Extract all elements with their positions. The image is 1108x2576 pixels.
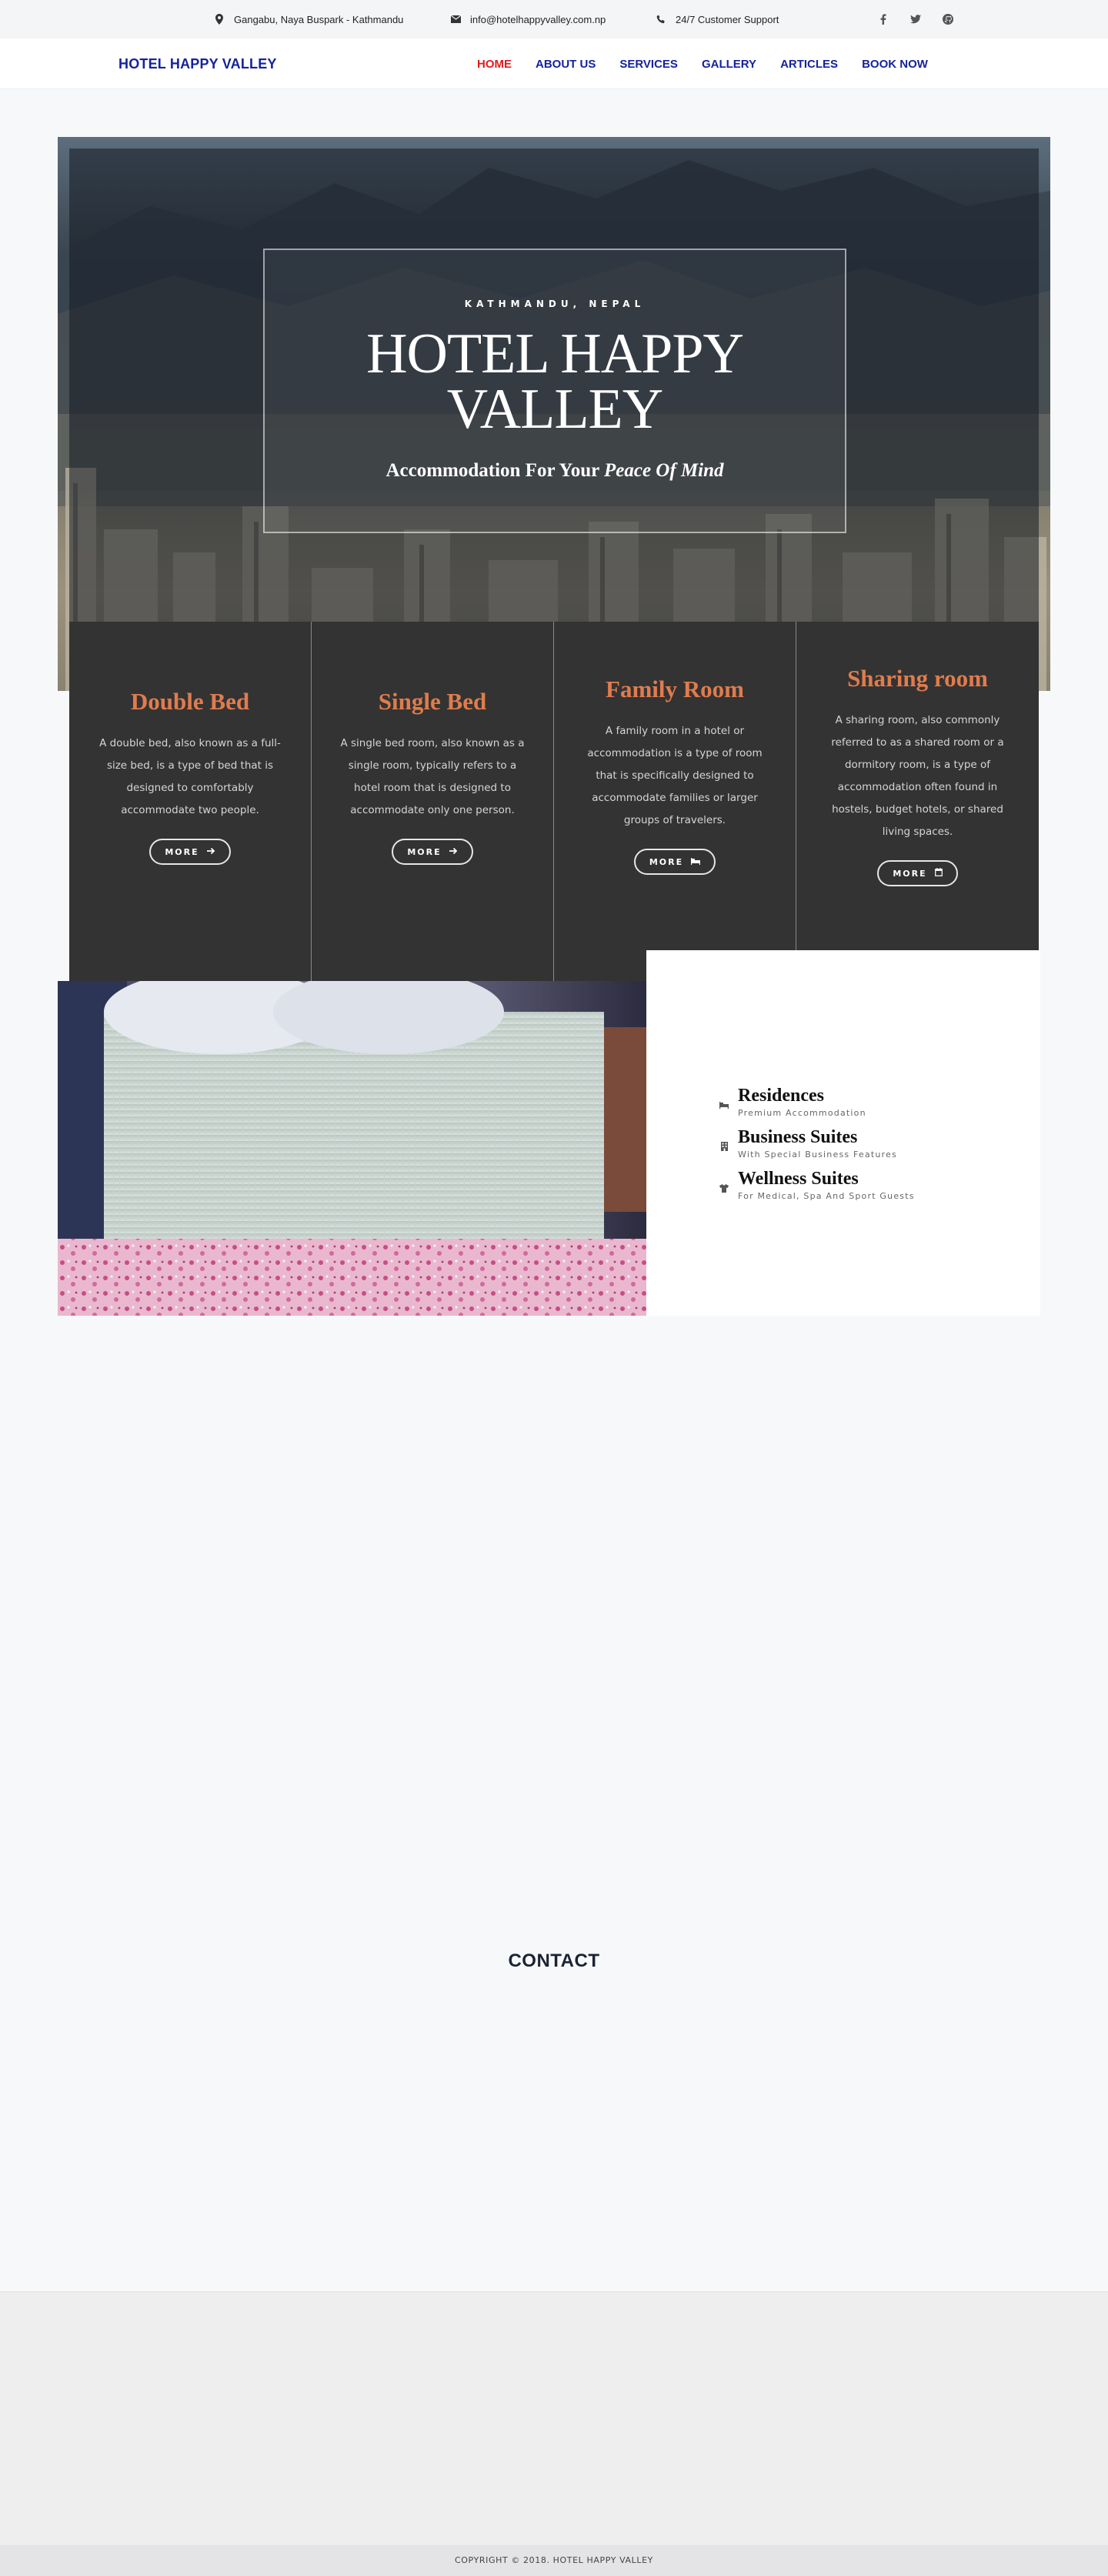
hero-tagline: Accommodation For Your Peace Of Mind xyxy=(265,460,845,482)
arrow-right-icon xyxy=(449,847,458,857)
address-text: Gangabu, Naya Buspark - Kathmandu xyxy=(234,13,404,25)
phone-icon xyxy=(656,14,666,25)
address-item: Gangabu, Naya Buspark - Kathmandu xyxy=(214,0,403,38)
footer xyxy=(0,2291,1108,2545)
room-card-title: Sharing room xyxy=(847,665,988,692)
hero-title-box: KATHMANDU, NEPAL HOTEL HAPPY VALLEY Acco… xyxy=(263,249,846,533)
social-links xyxy=(877,0,954,38)
suite-title: Residences xyxy=(738,1086,824,1106)
nav-link-book-now[interactable]: BOOK NOW xyxy=(862,58,928,71)
suite-subtitle: For Medical, Spa And Sport Guests xyxy=(738,1191,915,1201)
room-card-sharing-room: Sharing room A sharing room, also common… xyxy=(796,622,1039,950)
room-card-title: Family Room xyxy=(606,676,744,702)
more-button-label: MORE xyxy=(407,846,442,857)
hero-tagline-emphasis: Peace Of Mind xyxy=(604,460,724,481)
nav-link-about-us[interactable]: ABOUT US xyxy=(536,58,596,71)
nav-link-services[interactable]: SERVICES xyxy=(619,58,678,71)
hero-title-line-2: VALLEY xyxy=(446,378,663,441)
email-text[interactable]: info@hotelhappyvalley.com.np xyxy=(470,14,606,25)
more-button-label: MORE xyxy=(165,846,199,857)
nav-links: HOME ABOUT US SERVICES GALLERY ARTICLES … xyxy=(477,38,952,89)
hero-title: HOTEL HAPPY VALLEY xyxy=(265,322,845,441)
arrow-right-icon xyxy=(206,847,215,857)
room-card-more-button[interactable]: MORE xyxy=(877,860,958,886)
nav-link-home[interactable]: HOME xyxy=(477,58,512,71)
map-marker-icon xyxy=(214,14,225,25)
twitter-icon[interactable] xyxy=(909,13,922,25)
email-item[interactable]: info@hotelhappyvalley.com.np xyxy=(450,0,606,38)
hero-title-line-1: HOTEL HAPPY xyxy=(366,322,744,385)
support-item: 24/7 Customer Support xyxy=(656,0,779,38)
room-card-double-bed: Double Bed A double bed, also known as a… xyxy=(69,622,312,981)
suites-panel: Residences Premium Accommodation Busines… xyxy=(646,950,1040,1316)
nav-link-gallery[interactable]: GALLERY xyxy=(702,58,756,71)
bed-photo-image xyxy=(58,981,646,1316)
hero-location: KATHMANDU, NEPAL xyxy=(464,299,646,309)
github-icon[interactable] xyxy=(942,13,954,25)
hero-tagline-prefix: Accommodation For Your xyxy=(385,460,599,481)
support-text: 24/7 Customer Support xyxy=(676,13,779,25)
room-card-description: A family room in a hotel or accommodatio… xyxy=(587,725,763,826)
suite-item-business[interactable]: Business Suites With Special Business Fe… xyxy=(719,1126,897,1160)
room-card-family-room: Family Room A family room in a hotel or … xyxy=(554,622,796,981)
nav-link-articles[interactable]: ARTICLES xyxy=(780,58,838,71)
bed-icon xyxy=(719,1100,729,1109)
more-button-label: MORE xyxy=(893,868,927,879)
room-card-title: Single Bed xyxy=(378,688,487,715)
hero-banner: KATHMANDU, NEPAL HOTEL HAPPY VALLEY Acco… xyxy=(58,137,1050,691)
room-card-more-button[interactable]: MORE xyxy=(392,839,473,865)
room-card-single-bed: Single Bed A single bed room, also known… xyxy=(312,622,554,981)
top-contact-bar: Gangabu, Naya Buspark - Kathmandu info@h… xyxy=(0,0,1108,38)
more-button-label: MORE xyxy=(649,856,684,867)
room-card-description: A single bed room, also known as a singl… xyxy=(340,737,525,816)
double-bed-photo xyxy=(58,981,646,1316)
room-card-more-button[interactable]: MORE xyxy=(633,849,716,875)
bed-icon xyxy=(691,857,701,867)
room-card-description: A double bed, also known as a full-size … xyxy=(99,737,281,816)
suite-subtitle: Premium Accommodation xyxy=(738,1108,866,1118)
copyright-bar: COPYRIGHT © 2018. HOTEL HAPPY VALLEY xyxy=(0,2545,1108,2576)
suite-subtitle: With Special Business Features xyxy=(738,1150,897,1160)
room-card-description: A sharing room, also commonly referred t… xyxy=(831,714,1004,838)
calendar-icon xyxy=(934,868,943,879)
brand-logo[interactable]: HOTEL HAPPY VALLEY xyxy=(118,38,277,89)
suite-title: Business Suites xyxy=(738,1127,858,1147)
main-navbar: HOTEL HAPPY VALLEY HOME ABOUT US SERVICE… xyxy=(0,38,1108,89)
suite-title: Wellness Suites xyxy=(738,1169,859,1189)
facebook-icon[interactable] xyxy=(877,13,889,25)
room-card-more-button[interactable]: MORE xyxy=(149,839,231,865)
envelope-icon xyxy=(450,14,461,25)
room-card-title: Double Bed xyxy=(130,688,250,715)
shirt-icon xyxy=(719,1183,729,1193)
suite-item-residences[interactable]: Residences Premium Accommodation xyxy=(719,1085,866,1118)
suite-item-wellness[interactable]: Wellness Suites For Medical, Spa And Spo… xyxy=(719,1168,915,1201)
contact-section-title: CONTACT xyxy=(508,1950,600,1971)
building-icon xyxy=(719,1142,729,1151)
